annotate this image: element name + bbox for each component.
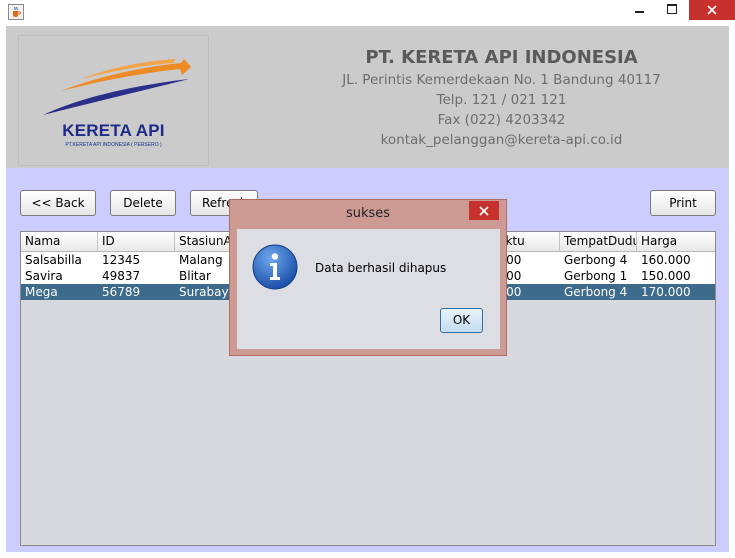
info-icon [252, 244, 298, 290]
header-panel: KERETA API PT.KERETA API INDONESIA ( PER… [6, 26, 729, 168]
company-name: PT. KERETA API INDONESIA [365, 47, 638, 68]
cell-id: 49837 [102, 269, 141, 283]
ok-button[interactable]: OK [440, 308, 483, 333]
cell-id: 56789 [102, 285, 141, 299]
cell-harga: 170.000 [641, 285, 691, 299]
logo-subtitle: PT.KERETA API INDONESIA ( PERSERO ) [65, 142, 162, 148]
company-address: JL. Perintis Kemerdekaan No. 1 Bandung 4… [342, 72, 661, 88]
cell-tempat-duduk: Gerbong 4 [564, 285, 628, 299]
cell-tempat-duduk: Gerbong 4 [564, 253, 628, 267]
delete-button[interactable]: Delete [110, 190, 176, 216]
logo-swoosh-icon [43, 59, 191, 115]
success-dialog: sukses Data berhasil dihapus OK [229, 199, 507, 356]
close-button[interactable] [689, 0, 735, 20]
kereta-api-logo: KERETA API PT.KERETA API INDONESIA ( PER… [18, 35, 209, 166]
column-header-tempat-duduk[interactable]: TempatDuduk [560, 232, 637, 252]
java-cup-icon [8, 4, 24, 20]
cell-nama: Salsabilla [25, 253, 82, 267]
cell-nama: Savira [25, 269, 63, 283]
dialog-close-button[interactable] [469, 201, 499, 220]
company-phone: Telp. 121 / 021 121 [436, 92, 567, 108]
company-info: PT. KERETA API INDONESIA JL. Perintis Ke… [288, 46, 715, 150]
column-header-harga[interactable]: Harga [637, 232, 715, 252]
cell-tempat-duduk: Gerbong 1 [564, 269, 628, 283]
minimize-button[interactable] [625, 0, 655, 20]
logo-title: KERETA API [62, 121, 165, 140]
cell-id: 12345 [102, 253, 141, 267]
back-button[interactable]: << Back [20, 190, 96, 216]
dialog-title: sukses [345, 206, 391, 221]
close-icon [479, 206, 489, 216]
print-button[interactable]: Print [650, 190, 716, 216]
title-bar [0, 0, 735, 26]
cell-harga: 160.000 [641, 253, 691, 267]
company-fax: Fax (022) 4203342 [437, 112, 566, 128]
close-icon [707, 5, 717, 15]
cell-nama: Mega [25, 285, 58, 299]
column-header-id[interactable]: ID [98, 232, 175, 252]
dialog-body: Data berhasil dihapus OK [237, 229, 500, 349]
cell-harga: 150.000 [641, 269, 691, 283]
column-header-nama[interactable]: Nama [21, 232, 98, 252]
company-email: kontak_pelanggan@kereta-api.co.id [380, 132, 623, 148]
maximize-button[interactable] [658, 0, 686, 20]
dialog-message: Data berhasil dihapus [315, 261, 447, 275]
